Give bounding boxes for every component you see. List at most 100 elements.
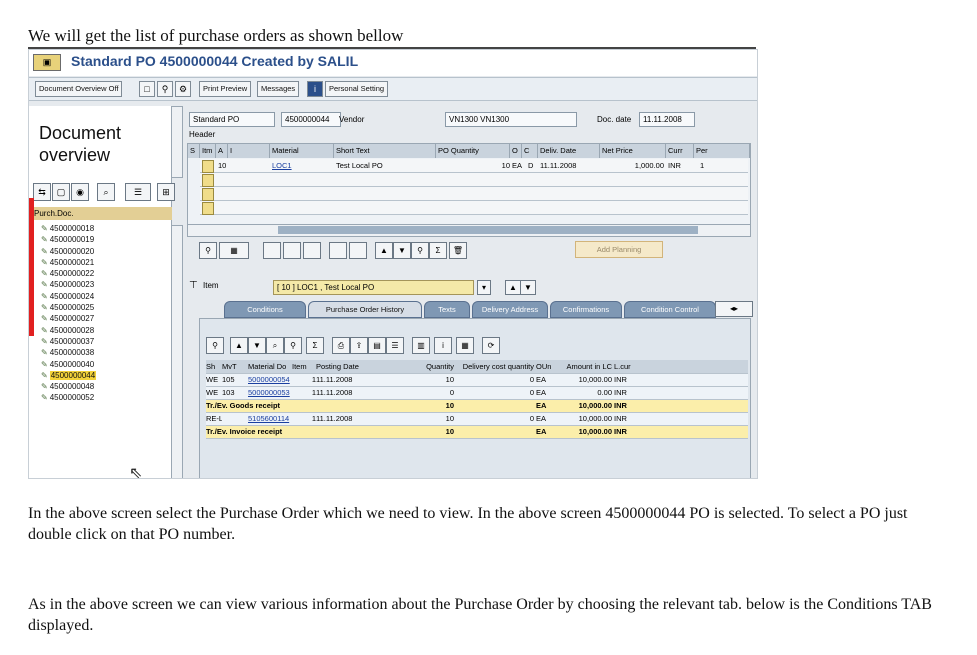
find-icon[interactable]: ◉ bbox=[71, 183, 89, 201]
po-list-item[interactable]: ✎ 4500000023 bbox=[31, 279, 171, 290]
row-selector[interactable] bbox=[202, 188, 214, 201]
paste-row-icon[interactable] bbox=[349, 242, 367, 259]
details-icon[interactable]: ⚲ bbox=[199, 242, 217, 259]
items-column-header[interactable]: Short Text bbox=[334, 144, 436, 158]
history-sort-asc-icon[interactable]: ▲ bbox=[230, 337, 248, 354]
po-number-field[interactable]: 4500000044 bbox=[281, 112, 341, 127]
history-cell[interactable]: 5000000053 bbox=[248, 387, 292, 399]
insert-row-icon[interactable] bbox=[283, 242, 301, 259]
history-graphic-icon[interactable]: ▥ bbox=[412, 337, 430, 354]
document-overview-off-button[interactable]: Document Overview Off bbox=[35, 81, 123, 97]
print-preview-button[interactable]: Print Preview bbox=[199, 81, 252, 97]
table-settings-icon[interactable]: ▦ bbox=[219, 242, 249, 259]
tab-navigation-icon[interactable]: ◂▸ bbox=[715, 301, 753, 317]
filter-icon[interactable]: ⚲ bbox=[157, 81, 173, 97]
items-column-header[interactable]: I bbox=[228, 144, 270, 158]
history-refresh-icon[interactable]: ⟳ bbox=[482, 337, 500, 354]
items-column-header[interactable]: Net Price bbox=[600, 144, 666, 158]
tab-texts[interactable]: Texts bbox=[424, 301, 470, 318]
items-column-header[interactable]: S bbox=[188, 144, 200, 158]
filter-items-icon[interactable]: ⚲ bbox=[411, 242, 429, 259]
items-column-header[interactable]: Material bbox=[270, 144, 334, 158]
document-type-field[interactable]: Standard PO bbox=[189, 112, 275, 127]
items-column-header[interactable]: Per bbox=[694, 144, 750, 158]
scroll-thumb[interactable] bbox=[278, 226, 698, 234]
history-total-row[interactable]: Tr./Ev. Goods receipt 10 EA 10,000.00 INR bbox=[206, 400, 748, 413]
items-column-header[interactable]: Curr bbox=[666, 144, 694, 158]
select-all-icon[interactable]: ⇆ bbox=[33, 183, 51, 201]
items-column-header[interactable]: O bbox=[510, 144, 522, 158]
po-list-scrollbar[interactable] bbox=[171, 225, 183, 478]
po-list-item[interactable]: ✎ 4500000019 bbox=[31, 234, 171, 245]
cut-row-icon[interactable] bbox=[329, 242, 347, 259]
items-column-header[interactable]: C bbox=[522, 144, 538, 158]
copy-row-icon[interactable] bbox=[303, 242, 321, 259]
personal-setting-button[interactable]: Personal Setting bbox=[325, 81, 389, 97]
history-find-icon[interactable]: ⌕ bbox=[266, 337, 284, 354]
empty-item-row[interactable] bbox=[200, 173, 748, 187]
item-material[interactable]: LOC1 bbox=[270, 159, 292, 172]
items-column-header[interactable]: Deliv. Date bbox=[538, 144, 600, 158]
po-list-item[interactable]: ✎ 4500000040 bbox=[31, 359, 171, 370]
po-list-item[interactable]: ✎ 4500000044 bbox=[31, 370, 171, 381]
po-list-item[interactable]: ✎ 4500000025 bbox=[31, 302, 171, 313]
tab-delivery-address[interactable]: Delivery Address bbox=[472, 301, 548, 318]
total-icon[interactable]: Σ bbox=[429, 242, 447, 259]
row-selector[interactable] bbox=[202, 160, 214, 173]
history-details-icon[interactable]: ⚲ bbox=[206, 337, 224, 354]
binoculars-icon[interactable]: ⌕ bbox=[97, 183, 115, 201]
history-view-icon[interactable]: ▤ bbox=[368, 337, 386, 354]
tab-confirmations[interactable]: Confirmations bbox=[550, 301, 622, 318]
po-list-item[interactable]: ✎ 4500000028 bbox=[31, 325, 171, 336]
delete-row-icon[interactable] bbox=[263, 242, 281, 259]
history-info-icon[interactable]: i bbox=[434, 337, 452, 354]
trash-icon[interactable]: 🗑 bbox=[449, 242, 467, 259]
header-section-label[interactable]: Header bbox=[189, 130, 215, 139]
doc-date-field[interactable]: 11.11.2008 bbox=[639, 112, 695, 127]
new-document-icon[interactable]: □ bbox=[139, 81, 155, 97]
history-filter-icon[interactable]: ⚲ bbox=[284, 337, 302, 354]
history-table-icon[interactable]: ▦ bbox=[456, 337, 474, 354]
items-horizontal-scrollbar[interactable] bbox=[187, 224, 751, 237]
history-row[interactable]: WE 103 5000000053 1 11.11.2008 0 0 EA 0.00 INR bbox=[206, 387, 748, 400]
overview-scrollbar[interactable] bbox=[171, 106, 183, 178]
po-list-item[interactable]: ✎ 4500000022 bbox=[31, 268, 171, 279]
history-print-icon[interactable]: ⎙ bbox=[332, 337, 350, 354]
history-row[interactable]: RE-L 5105600114 1 11.11.2008 10 0 EA 10,000.00 I… bbox=[206, 413, 748, 426]
messages-button[interactable]: Messages bbox=[257, 81, 300, 97]
po-list-item[interactable]: ✎ 4500000020 bbox=[31, 246, 171, 257]
add-planning-button[interactable]: Add Planning bbox=[575, 241, 663, 258]
settings-icon[interactable]: ⚙ bbox=[175, 81, 191, 97]
items-column-header[interactable]: Itm bbox=[200, 144, 216, 158]
tab-conditions[interactable]: Conditions bbox=[224, 301, 306, 318]
vendor-field[interactable]: VN1300 VN1300 bbox=[445, 112, 577, 127]
sort-descending-icon[interactable]: ▼ bbox=[393, 242, 411, 259]
history-total-icon[interactable]: Σ bbox=[306, 337, 324, 354]
po-list-item[interactable]: ✎ 4500000052 bbox=[31, 392, 171, 403]
tab-purchase-order-history[interactable]: Purchase Order History bbox=[308, 301, 422, 318]
history-layout-icon[interactable]: ☰ bbox=[386, 337, 404, 354]
row-selector[interactable] bbox=[202, 174, 214, 187]
empty-item-row[interactable] bbox=[200, 201, 748, 215]
po-list-item[interactable]: ✎ 4500000038 bbox=[31, 347, 171, 358]
item-dropdown-icon[interactable]: ▾ bbox=[477, 280, 491, 295]
tab-condition-control[interactable]: Condition Control bbox=[624, 301, 716, 318]
layout-icon[interactable]: ☰ bbox=[125, 183, 151, 201]
purch-doc-column-header[interactable]: Purch.Doc. bbox=[31, 207, 172, 220]
history-total-row[interactable]: Tr./Ev. Invoice receipt 10 EA 10,000.00 INR bbox=[206, 426, 748, 439]
history-cell[interactable]: 5000000054 bbox=[248, 374, 292, 386]
po-list-item[interactable]: ✎ 4500000024 bbox=[31, 291, 171, 302]
next-item-button[interactable]: ▼ bbox=[520, 280, 536, 295]
items-column-header[interactable]: A bbox=[216, 144, 228, 158]
history-row[interactable]: WE 105 5000000054 1 11.11.2008 10 0 EA 10,000.00… bbox=[206, 374, 748, 387]
po-list-item[interactable]: ✎ 4500000027 bbox=[31, 313, 171, 324]
items-column-header[interactable]: PO Quantity bbox=[436, 144, 510, 158]
row-selector[interactable] bbox=[202, 202, 214, 215]
copy-icon[interactable]: ▢ bbox=[52, 183, 70, 201]
previous-item-button[interactable]: ▲ bbox=[505, 280, 521, 295]
history-sort-desc-icon[interactable]: ▼ bbox=[248, 337, 266, 354]
history-cell[interactable]: 5105600114 bbox=[248, 413, 292, 425]
history-export-icon[interactable]: ⇪ bbox=[350, 337, 368, 354]
po-list-item[interactable]: ✎ 4500000018 bbox=[31, 223, 171, 234]
sort-ascending-icon[interactable]: ▲ bbox=[375, 242, 393, 259]
